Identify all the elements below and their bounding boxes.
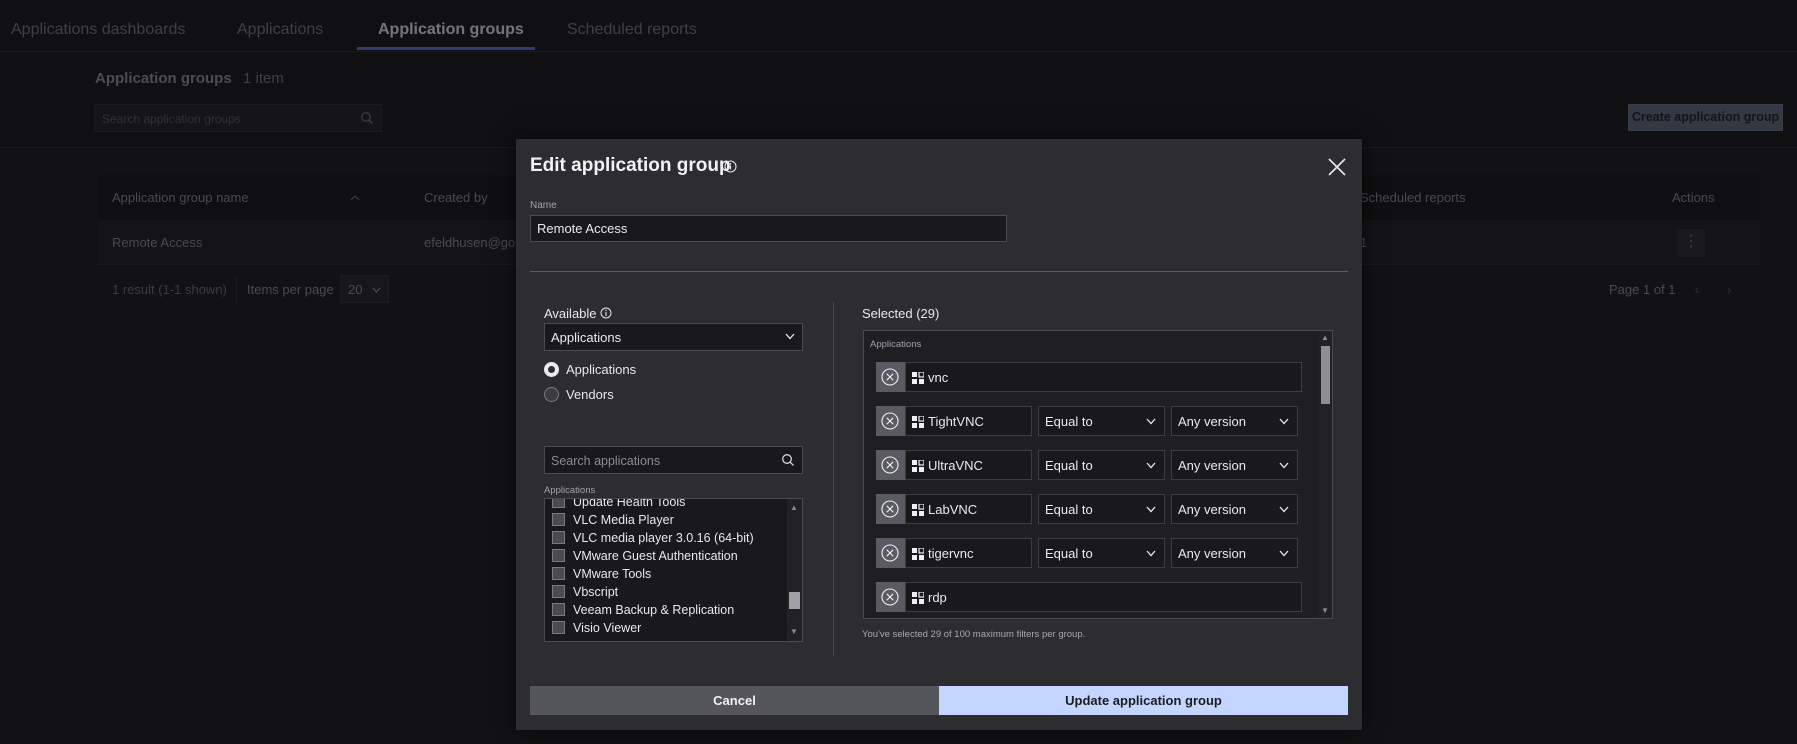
chevron-down-icon (1279, 550, 1289, 557)
application-icon (912, 416, 924, 428)
selected-app-name: rdp (905, 582, 1302, 612)
application-icon (912, 592, 924, 604)
list-item[interactable]: VMware Tools (545, 565, 785, 583)
remove-icon (881, 544, 899, 562)
checkbox[interactable] (552, 621, 565, 634)
version-dropdown[interactable]: Any version (1171, 406, 1298, 436)
application-icon (912, 460, 924, 472)
modal-title: Edit application group (530, 155, 731, 176)
column-divider (833, 302, 834, 656)
group-name-input[interactable] (530, 215, 1007, 242)
chevron-down-icon (1279, 462, 1289, 469)
remove-button[interactable] (876, 538, 905, 568)
available-type-dropdown[interactable]: Applications (544, 323, 803, 351)
list-item[interactable]: Visio Viewer (545, 619, 785, 637)
remove-button[interactable] (876, 450, 905, 480)
radio-applications[interactable]: Applications (544, 361, 694, 379)
list-item[interactable]: VMware Guest Authentication (545, 547, 785, 565)
available-applications-caption: Applications (544, 485, 596, 496)
checkbox[interactable] (552, 531, 565, 544)
remove-button[interactable] (876, 362, 905, 392)
chevron-down-icon (1279, 418, 1289, 425)
remove-button[interactable] (876, 406, 905, 436)
selected-applications-caption: Applications (870, 339, 922, 350)
info-icon[interactable] (600, 307, 612, 319)
search-applications-placeholder: Search applications (551, 454, 661, 468)
chevron-down-icon (1146, 550, 1156, 557)
available-list-scrollbar[interactable]: ▲ ▼ (787, 499, 802, 641)
list-item[interactable]: Veeam Backup & Replication (545, 601, 785, 619)
list-item[interactable]: VLC Media Player (545, 511, 785, 529)
checkbox[interactable] (552, 585, 565, 598)
chevron-down-icon (1279, 506, 1289, 513)
close-icon[interactable] (1326, 156, 1348, 178)
checkbox[interactable] (552, 549, 565, 562)
operator-dropdown[interactable]: Equal to (1038, 450, 1165, 480)
chevron-down-icon (1146, 506, 1156, 513)
available-label: Available (544, 306, 597, 321)
remove-icon (881, 412, 899, 430)
update-application-group-button[interactable]: Update application group (939, 686, 1348, 715)
version-dropdown[interactable]: Any version (1171, 494, 1298, 524)
scroll-up-icon[interactable]: ▲ (790, 503, 798, 512)
remove-icon (881, 368, 899, 386)
version-dropdown[interactable]: Any version (1171, 450, 1298, 480)
checkbox[interactable] (552, 513, 565, 526)
checkbox[interactable] (552, 499, 565, 508)
selected-app-name: LabVNC (905, 494, 1032, 524)
radio-applications-indicator (544, 362, 559, 377)
selected-list-scrollbar[interactable]: ▲ ▼ (1319, 331, 1332, 618)
edit-application-group-modal: Edit application group Name Available Ap… (516, 139, 1362, 730)
scrollbar-thumb[interactable] (789, 592, 800, 609)
version-dropdown[interactable]: Any version (1171, 538, 1298, 568)
radio-vendors[interactable]: Vendors (544, 386, 694, 404)
remove-icon (881, 456, 899, 474)
info-icon[interactable] (724, 160, 737, 173)
application-icon (912, 504, 924, 516)
available-type-value: Applications (551, 330, 622, 345)
operator-dropdown[interactable]: Equal to (1038, 494, 1165, 524)
section-divider (530, 271, 1348, 272)
selected-label: Selected (29) (862, 306, 940, 321)
selected-app-name: tigervnc (905, 538, 1032, 568)
chevron-down-icon (1146, 418, 1156, 425)
search-icon[interactable] (781, 453, 795, 467)
application-icon (912, 372, 924, 384)
chevron-down-icon (785, 333, 795, 340)
operator-dropdown[interactable]: Equal to (1038, 406, 1165, 436)
checkbox[interactable] (552, 603, 565, 616)
remove-button[interactable] (876, 582, 905, 612)
chevron-down-icon (1146, 462, 1156, 469)
remove-icon (881, 588, 899, 606)
selected-applications-list: Applications vnc TightVNC Equal to Any v… (863, 330, 1333, 619)
scroll-up-icon[interactable]: ▲ (1321, 333, 1329, 342)
scroll-down-icon[interactable]: ▼ (790, 627, 798, 636)
selection-limit-note: You've selected 29 of 100 maximum filter… (862, 629, 1086, 640)
search-applications-input[interactable]: Search applications (544, 446, 803, 474)
list-item[interactable]: VLC media player 3.0.16 (64-bit) (545, 529, 785, 547)
remove-button[interactable] (876, 494, 905, 524)
scroll-down-icon[interactable]: ▼ (1321, 606, 1329, 615)
list-item[interactable]: Update Health Tools (545, 499, 785, 511)
name-label: Name (530, 200, 557, 211)
cancel-button[interactable]: Cancel (530, 686, 939, 715)
operator-dropdown[interactable]: Equal to (1038, 538, 1165, 568)
radio-vendors-label: Vendors (566, 387, 614, 402)
available-applications-list[interactable]: Update Health Tools VLC Media Player VLC… (544, 498, 803, 642)
checkbox[interactable] (552, 567, 565, 580)
application-icon (912, 548, 924, 560)
list-item[interactable]: Vbscript (545, 583, 785, 601)
radio-vendors-indicator (544, 387, 559, 402)
scrollbar-thumb[interactable] (1321, 346, 1330, 404)
radio-applications-label: Applications (566, 362, 637, 377)
selected-app-name: TightVNC (905, 406, 1032, 436)
selected-app-name: UltraVNC (905, 450, 1032, 480)
selected-app-name: vnc (905, 362, 1302, 392)
remove-icon (881, 500, 899, 518)
